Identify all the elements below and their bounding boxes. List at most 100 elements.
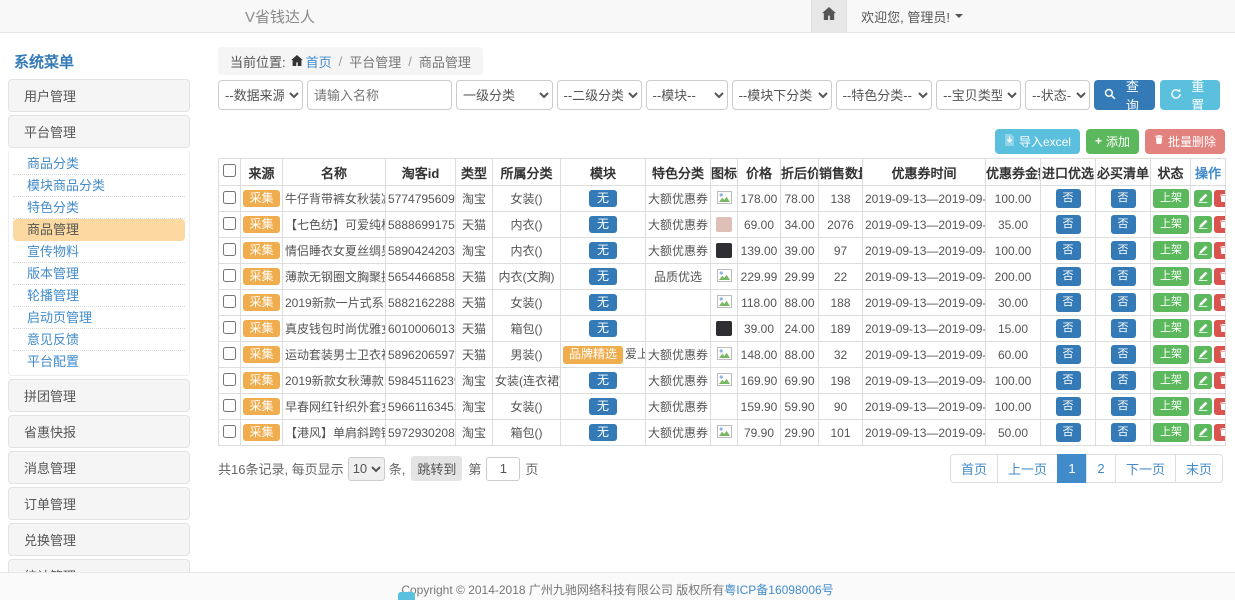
status-button[interactable]: 上架 [1153, 345, 1189, 363]
edit-button[interactable] [1194, 398, 1212, 415]
edit-button[interactable] [1194, 294, 1212, 311]
must-buy-toggle-button[interactable]: 否 [1111, 397, 1136, 415]
edit-button[interactable] [1194, 268, 1212, 285]
status-button[interactable]: 上架 [1153, 319, 1189, 337]
row-checkbox[interactable] [223, 321, 236, 334]
jump-to-button[interactable]: 跳转到 [411, 456, 462, 481]
sidebar-subitem-启动页管理[interactable]: 启动页管理 [13, 307, 185, 329]
module-subcategory-select[interactable]: --模块下分类-- [732, 80, 832, 110]
module-select[interactable]: --模块-- [646, 80, 728, 110]
delete-button[interactable] [1214, 320, 1226, 337]
edit-button[interactable] [1194, 346, 1212, 363]
row-checkbox[interactable] [223, 373, 236, 386]
edit-button[interactable] [1194, 372, 1212, 389]
page-number-input[interactable] [486, 457, 520, 481]
status-button[interactable]: 上架 [1153, 371, 1189, 389]
user-menu[interactable]: 欢迎您, 管理员! [847, 7, 977, 26]
home-button[interactable] [811, 0, 847, 32]
sidebar-item-平台管理[interactable]: 平台管理 [8, 115, 190, 148]
breadcrumb-home-link[interactable]: 首页 [306, 52, 332, 71]
delete-button[interactable] [1214, 372, 1226, 389]
sidebar-subitem-版本管理[interactable]: 版本管理 [13, 263, 185, 285]
sidebar-item-拼团管理[interactable]: 拼团管理 [8, 379, 190, 412]
sidebar-item-订单管理[interactable]: 订单管理 [8, 487, 190, 520]
import-toggle-button[interactable]: 否 [1056, 397, 1081, 415]
sidebar-item-省惠快报[interactable]: 省惠快报 [8, 415, 190, 448]
must-buy-toggle-button[interactable]: 否 [1111, 267, 1136, 285]
import-toggle-button[interactable]: 否 [1056, 293, 1081, 311]
edit-button[interactable] [1194, 216, 1212, 233]
row-checkbox[interactable] [223, 243, 236, 256]
page-button-末页[interactable]: 末页 [1175, 454, 1223, 483]
status-button[interactable]: 上架 [1153, 215, 1189, 233]
name-search-input[interactable] [307, 80, 452, 110]
must-buy-toggle-button[interactable]: 否 [1111, 189, 1136, 207]
must-buy-toggle-button[interactable]: 否 [1111, 371, 1136, 389]
must-buy-toggle-button[interactable]: 否 [1111, 423, 1136, 441]
edit-button[interactable] [1194, 242, 1212, 259]
import-toggle-button[interactable]: 否 [1056, 423, 1081, 441]
delete-button[interactable] [1214, 216, 1226, 233]
delete-button[interactable] [1214, 346, 1226, 363]
row-checkbox[interactable] [223, 425, 236, 438]
sidebar-subitem-商品管理[interactable]: 商品管理 [13, 219, 185, 241]
status-button[interactable]: 上架 [1153, 241, 1189, 259]
select-all-checkbox[interactable] [223, 164, 236, 177]
delete-button[interactable] [1214, 424, 1226, 441]
edit-button[interactable] [1194, 320, 1212, 337]
status-button[interactable]: 上架 [1153, 189, 1189, 207]
page-button-上一页[interactable]: 上一页 [997, 454, 1058, 483]
delete-button[interactable] [1214, 268, 1226, 285]
import-toggle-button[interactable]: 否 [1056, 189, 1081, 207]
status-button[interactable]: 上架 [1153, 267, 1189, 285]
category2-select[interactable]: --二级分类-- [557, 80, 642, 110]
status-button[interactable]: 上架 [1153, 293, 1189, 311]
sidebar-item-兑换管理[interactable]: 兑换管理 [8, 523, 190, 556]
delete-button[interactable] [1214, 294, 1226, 311]
must-buy-toggle-button[interactable]: 否 [1111, 215, 1136, 233]
page-button-首页[interactable]: 首页 [950, 454, 998, 483]
feature-category-select[interactable]: --特色分类-- [836, 80, 933, 110]
data-source-select[interactable]: --数据来源-- [218, 80, 303, 110]
sidebar-item-消息管理[interactable]: 消息管理 [8, 451, 190, 484]
row-checkbox[interactable] [223, 217, 236, 230]
page-button-1[interactable]: 1 [1057, 454, 1087, 483]
sidebar-subitem-意见反馈[interactable]: 意见反馈 [13, 329, 185, 351]
sidebar-subitem-模块商品分类[interactable]: 模块商品分类 [13, 175, 185, 197]
sidebar-subitem-特色分类[interactable]: 特色分类 [13, 197, 185, 219]
status-select[interactable]: --状态-- [1025, 80, 1090, 110]
row-checkbox[interactable] [223, 191, 236, 204]
sidebar-subitem-轮播管理[interactable]: 轮播管理 [13, 285, 185, 307]
must-buy-toggle-button[interactable]: 否 [1111, 319, 1136, 337]
per-page-select[interactable]: 10 [348, 457, 385, 481]
category1-select[interactable]: 一级分类 [456, 80, 553, 110]
import-excel-button[interactable]: 导入excel [995, 129, 1080, 154]
batch-delete-button[interactable]: 批量删除 [1145, 129, 1225, 154]
sidebar-subitem-商品分类[interactable]: 商品分类 [13, 153, 185, 175]
row-checkbox[interactable] [223, 347, 236, 360]
import-toggle-button[interactable]: 否 [1056, 371, 1081, 389]
import-toggle-button[interactable]: 否 [1056, 345, 1081, 363]
delete-button[interactable] [1214, 398, 1226, 415]
must-buy-toggle-button[interactable]: 否 [1111, 293, 1136, 311]
add-button[interactable]: + 添加 [1086, 129, 1139, 154]
status-button[interactable]: 上架 [1153, 423, 1189, 441]
search-button[interactable]: 查询 [1094, 80, 1154, 110]
must-buy-toggle-button[interactable]: 否 [1111, 345, 1136, 363]
page-button-下一页[interactable]: 下一页 [1115, 454, 1176, 483]
delete-button[interactable] [1214, 242, 1226, 259]
edit-button[interactable] [1194, 424, 1212, 441]
reset-button[interactable]: 重置 [1160, 80, 1220, 110]
import-toggle-button[interactable]: 否 [1056, 215, 1081, 233]
import-toggle-button[interactable]: 否 [1056, 319, 1081, 337]
page-button-2[interactable]: 2 [1086, 454, 1116, 483]
row-checkbox[interactable] [223, 295, 236, 308]
status-button[interactable]: 上架 [1153, 397, 1189, 415]
sidebar-subitem-平台配置[interactable]: 平台配置 [13, 351, 185, 373]
edit-button[interactable] [1194, 190, 1212, 207]
must-buy-toggle-button[interactable]: 否 [1111, 241, 1136, 259]
row-checkbox[interactable] [223, 399, 236, 412]
import-toggle-button[interactable]: 否 [1056, 241, 1081, 259]
row-checkbox[interactable] [223, 269, 236, 282]
sidebar-subitem-宣传物料[interactable]: 宣传物料 [13, 241, 185, 263]
